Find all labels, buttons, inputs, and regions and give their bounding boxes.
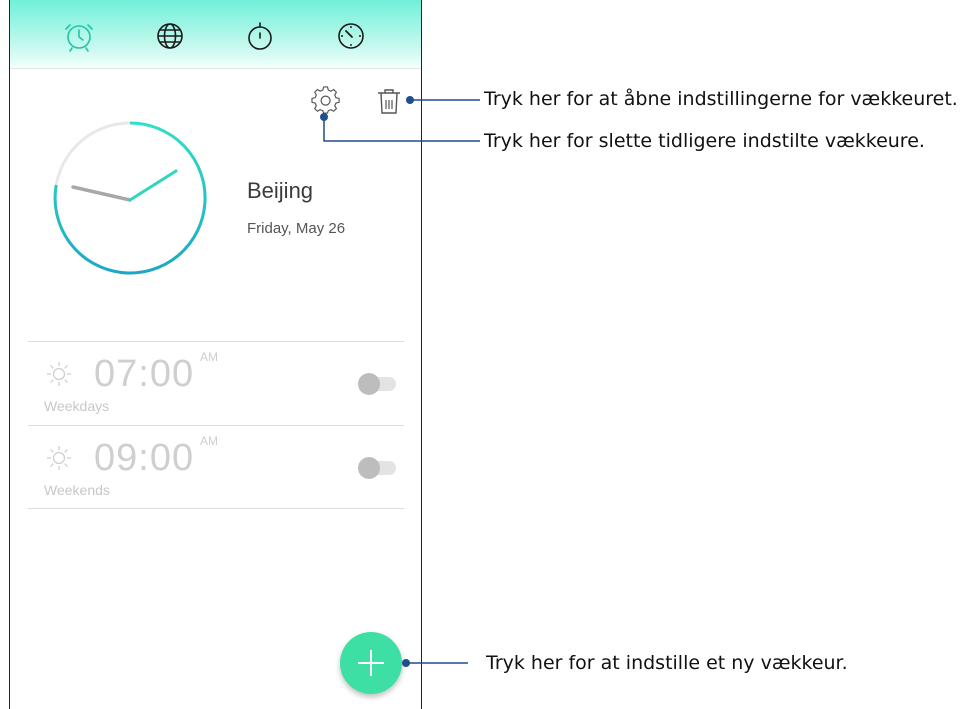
phone-screen: Beijing Friday, May 26 07:00 AM Weekdays… — [9, 0, 422, 709]
sun-icon — [44, 443, 74, 473]
hour-hand — [71, 185, 132, 202]
callout-delete-label: Tryk her for slette tidligere indstilte … — [484, 130, 925, 152]
sun-icon — [44, 359, 74, 389]
tab-bar — [10, 0, 421, 68]
alarm-item[interactable]: 07:00 AM Weekdays — [28, 341, 404, 425]
tab-stopwatch[interactable] — [243, 19, 277, 53]
timer-icon — [338, 23, 364, 49]
alarm-period: AM — [200, 434, 218, 448]
trash-icon — [378, 89, 400, 114]
tab-timer[interactable] — [334, 19, 368, 53]
alarm-time: 07:00 — [94, 353, 195, 395]
minute-hand — [128, 169, 178, 202]
alarm-clock-icon — [65, 24, 93, 52]
gear-icon — [311, 86, 340, 114]
analog-clock — [50, 120, 215, 285]
alarm-toggle[interactable] — [358, 456, 398, 479]
toggle-knob — [358, 457, 380, 479]
world-clock-date: Friday, May 26 — [247, 220, 346, 237]
alarm-repeat-days: Weekdays — [44, 398, 110, 414]
world-clock-city: Beijing — [247, 178, 314, 203]
alarm-period: AM — [200, 350, 218, 364]
tab-alarm[interactable] — [62, 19, 96, 53]
settings-button[interactable] — [311, 86, 341, 116]
add-alarm-button[interactable] — [340, 632, 402, 694]
alarm-repeat-days: Weekends — [44, 482, 110, 498]
divider — [28, 508, 404, 509]
stopwatch-icon — [248, 22, 272, 50]
alarm-toggle[interactable] — [358, 372, 398, 395]
delete-button[interactable] — [374, 86, 404, 116]
alarm-item[interactable]: 09:00 AM Weekends — [28, 425, 404, 509]
tab-bar-divider — [10, 68, 421, 69]
tab-world-clock[interactable] — [153, 19, 187, 53]
callout-add-label: Tryk her for at indstille et ny vækkeur. — [486, 652, 848, 674]
plus-icon — [358, 650, 384, 676]
globe-icon — [157, 23, 183, 49]
toggle-knob — [358, 373, 380, 395]
callout-settings-label: Tryk her for at åbne indstillingerne for… — [484, 88, 958, 110]
alarm-time: 09:00 — [94, 437, 195, 479]
